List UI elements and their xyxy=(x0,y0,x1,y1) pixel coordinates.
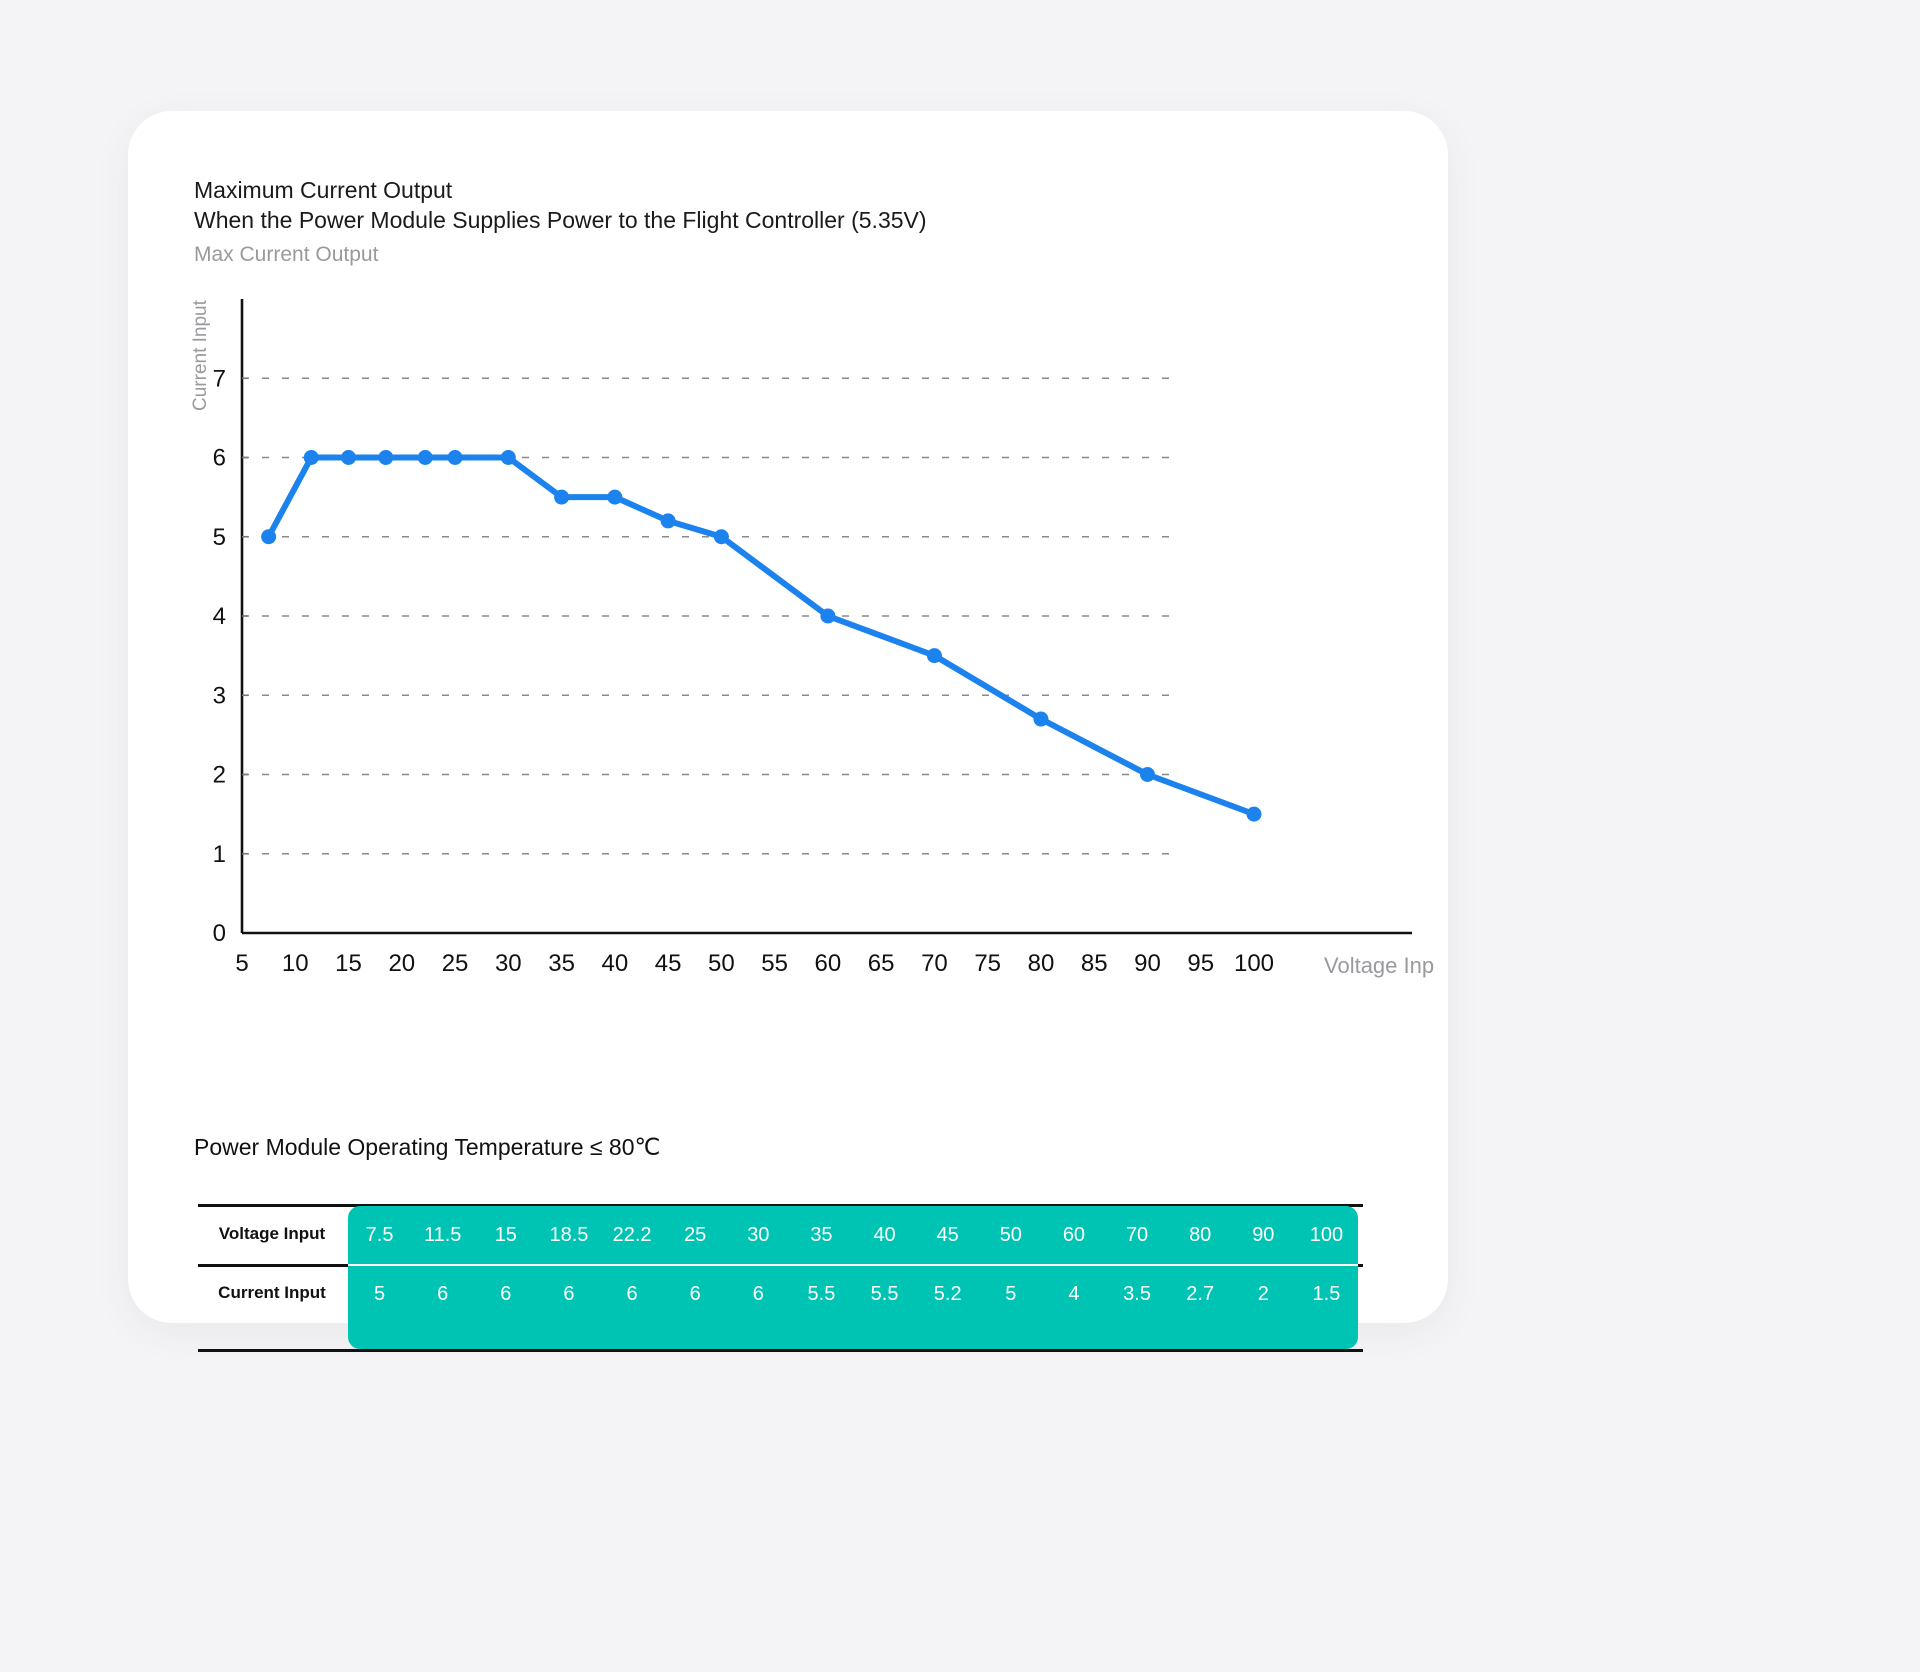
data-point-marker xyxy=(447,450,463,465)
table-cell-current: 2.7 xyxy=(1186,1283,1215,1305)
table-band-divider xyxy=(348,1264,1358,1266)
data-point-marker xyxy=(820,608,836,624)
x-axis-tick-label: 50 xyxy=(708,950,735,977)
table-cell-voltage: 18.5 xyxy=(549,1224,589,1246)
data-point-marker xyxy=(1139,767,1155,782)
table-cell-voltage: 45 xyxy=(936,1224,959,1246)
table-cell-voltage: 90 xyxy=(1252,1224,1275,1246)
table-cell-voltage: 30 xyxy=(747,1224,770,1246)
x-axis-tick-label: 40 xyxy=(601,950,628,977)
y-axis-tick-label: 2 xyxy=(213,762,226,789)
data-point-marker xyxy=(500,450,516,465)
data-point-marker xyxy=(713,529,729,545)
table-cell-current: 3.5 xyxy=(1123,1283,1151,1305)
data-point-marker xyxy=(660,513,676,529)
y-axis-tick-label: 1 xyxy=(213,841,226,868)
data-point-marker xyxy=(554,489,570,505)
table-cell-current: 5.2 xyxy=(933,1283,962,1305)
x-axis-tick-label: 70 xyxy=(921,950,948,977)
table-cell-current: 6 xyxy=(437,1283,449,1305)
data-point-marker xyxy=(607,489,623,505)
x-axis-tick-label: 55 xyxy=(761,950,788,977)
table-cell-current: 6 xyxy=(689,1283,701,1305)
x-axis-tick-label: 5 xyxy=(235,950,248,977)
data-point-marker xyxy=(341,450,357,465)
table-cell-voltage: 100 xyxy=(1309,1224,1344,1246)
y-axis-tick-label: 3 xyxy=(213,682,226,709)
y-axis-tick-label: 7 xyxy=(213,365,226,392)
x-axis-tick-label: 20 xyxy=(388,950,415,977)
table-cell-current: 4 xyxy=(1068,1283,1080,1305)
x-axis-tick-label: 45 xyxy=(655,950,682,977)
data-point-marker xyxy=(926,648,942,664)
series-label: Max Current Output xyxy=(194,243,379,266)
data-point-marker xyxy=(1033,711,1049,727)
table-cell-voltage: 80 xyxy=(1189,1224,1212,1246)
table-cell-voltage: 22.2 xyxy=(612,1224,652,1246)
chart-card: Maximum Current Output When the Power Mo… xyxy=(128,111,1448,1352)
table-rule-bottom xyxy=(198,1349,1363,1352)
x-axis-tick-label: 85 xyxy=(1081,950,1108,977)
table-cell-current: 5.5 xyxy=(807,1283,836,1305)
x-axis-title: Voltage Input xyxy=(1324,953,1434,978)
table-cell-voltage: 40 xyxy=(873,1224,896,1246)
y-axis-tick-label: 0 xyxy=(213,920,226,947)
x-axis-tick-label: 25 xyxy=(442,950,469,977)
data-point-marker xyxy=(378,450,394,465)
x-axis-tick-label: 10 xyxy=(282,950,309,977)
x-axis-tick-label: 80 xyxy=(1028,950,1055,977)
table-cell-current: 6 xyxy=(752,1283,764,1305)
row-label-voltage: Voltage Input xyxy=(218,1224,326,1243)
x-axis-tick-label: 100 xyxy=(1234,950,1274,977)
data-point-marker xyxy=(303,450,319,465)
table-cell-current: 5 xyxy=(374,1283,386,1305)
table-row-voltage: 7.5 11.5 15 18.5 22.2 25 30 35 40 45 50 60 70 80 90 100 xyxy=(348,1224,1358,1247)
x-axis-tick-label: 15 xyxy=(335,950,362,977)
page-title: Maximum Current Output When the Power Mo… xyxy=(194,175,927,235)
title-line-1: Maximum Current Output xyxy=(194,177,453,203)
table-cell-current: 6 xyxy=(626,1283,638,1305)
table-cell-voltage: 70 xyxy=(1125,1224,1149,1246)
table-row-current: 5 6 6 6 6 6 6 5.5 5.5 5.2 5 4 3.5 2.7 2 1.5 xyxy=(348,1283,1358,1306)
table-cell-current: 5.5 xyxy=(870,1283,899,1305)
table-cell-current: 6 xyxy=(563,1283,575,1305)
y-axis-tick-label: 6 xyxy=(213,445,226,472)
table-cell-voltage: 7.5 xyxy=(365,1224,394,1246)
table-title: Power Module Operating Temperature ≤ 80℃ xyxy=(194,1134,661,1160)
x-axis-tick-label: 95 xyxy=(1187,950,1214,977)
x-axis-tick-label: 75 xyxy=(974,950,1001,977)
table-cell-current: 6 xyxy=(500,1283,512,1305)
table-cell-voltage: 25 xyxy=(684,1224,707,1246)
data-point-marker xyxy=(261,529,277,545)
data-series-line xyxy=(265,454,1257,818)
y-axis-tick-label: 4 xyxy=(213,603,226,630)
table-cell-voltage: 15 xyxy=(494,1224,517,1246)
table-cell-current: 2 xyxy=(1257,1283,1269,1305)
table-cell-voltage: 11.5 xyxy=(423,1224,462,1246)
x-axis-tick-label: 65 xyxy=(868,950,895,977)
x-axis-tick-label: 35 xyxy=(548,950,575,977)
x-axis-tick-label: 30 xyxy=(495,950,522,977)
x-axis-tick-label: 60 xyxy=(815,950,842,977)
table-cell-current: 1.5 xyxy=(1312,1283,1341,1305)
x-axis-tick-label: 90 xyxy=(1134,950,1161,977)
title-line-2: When the Power Module Supplies Power to … xyxy=(194,207,927,233)
row-label-current: Current Input xyxy=(218,1283,326,1302)
data-point-marker xyxy=(1246,806,1262,822)
chart-plot-svg: 012345675 10 15 20 25 30 35 40 45 50 55 60 65 70 75 80 8… xyxy=(213,299,1434,978)
spec-table: Voltage Input Current Input 7.5 11.5 15 18.… xyxy=(198,1204,1363,1352)
line-chart: Current Input 0 1 2 3 4 5 6 7 5 10 15 20 25 30 35 40 45 5… xyxy=(190,293,1434,1013)
data-point-marker xyxy=(417,450,433,465)
table-cell-current: 5 xyxy=(1005,1283,1017,1305)
table-cell-voltage: 60 xyxy=(1062,1224,1086,1246)
y-axis-tick-label: 5 xyxy=(213,524,226,551)
table-cell-voltage: 50 xyxy=(999,1224,1022,1246)
table-cell-voltage: 35 xyxy=(810,1224,833,1246)
